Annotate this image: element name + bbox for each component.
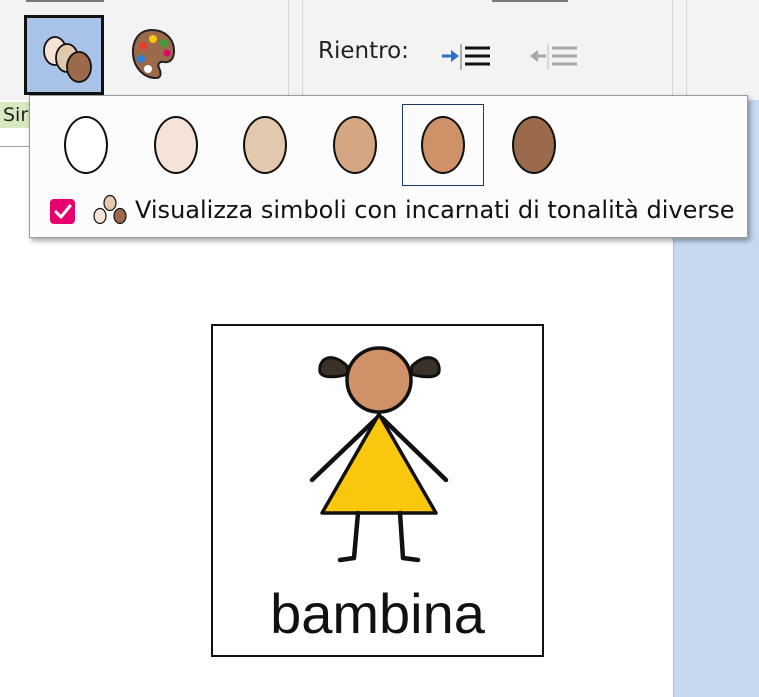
skin-tones-icon (43, 36, 92, 83)
symbol-card[interactable]: bambina (211, 324, 544, 657)
ribbon-divider (302, 0, 303, 100)
diverse-skin-checkbox[interactable] (50, 199, 75, 224)
symbol-word: bambina (270, 582, 485, 645)
palette-icon (131, 28, 176, 80)
skin-oval (243, 116, 287, 174)
skin-tones-icon (93, 194, 127, 225)
separator-line (0, 146, 30, 147)
ribbon-divider (686, 0, 687, 100)
skin-oval (333, 116, 377, 174)
skin-swatch-2[interactable] (135, 104, 217, 186)
skin-oval (512, 116, 556, 174)
indent-label: Rientro: (318, 38, 409, 64)
skin-oval (154, 116, 198, 174)
decrease-indent-icon (530, 44, 577, 70)
ribbon-divider (672, 0, 673, 100)
ribbon-top-stub (26, 0, 104, 2)
skin-swatch-6[interactable] (493, 104, 575, 186)
skin-swatch-1[interactable] (45, 104, 127, 186)
skin-oval (421, 116, 465, 174)
skin-tone-popup: Visualizza simboli con incarnati di tona… (29, 95, 748, 238)
increase-indent-icon (442, 44, 491, 70)
skin-swatch-4[interactable] (314, 104, 396, 186)
ribbon-toolbar: Rientro: (0, 0, 759, 100)
checkbox-label[interactable]: Visualizza simboli con incarnati di tona… (135, 196, 734, 224)
increase-indent-button[interactable] (438, 34, 491, 78)
ribbon-top-stub (492, 0, 568, 2)
skin-swatch-3[interactable] (224, 104, 306, 186)
skin-oval (64, 116, 108, 174)
girl-figure (309, 346, 449, 563)
skin-swatch-5[interactable] (402, 104, 484, 186)
ribbon-divider (288, 0, 289, 100)
skin-tone-button[interactable] (24, 15, 104, 95)
palette-button[interactable] (126, 26, 178, 82)
checkmark-icon (54, 204, 71, 218)
decrease-indent-button[interactable] (527, 34, 579, 78)
